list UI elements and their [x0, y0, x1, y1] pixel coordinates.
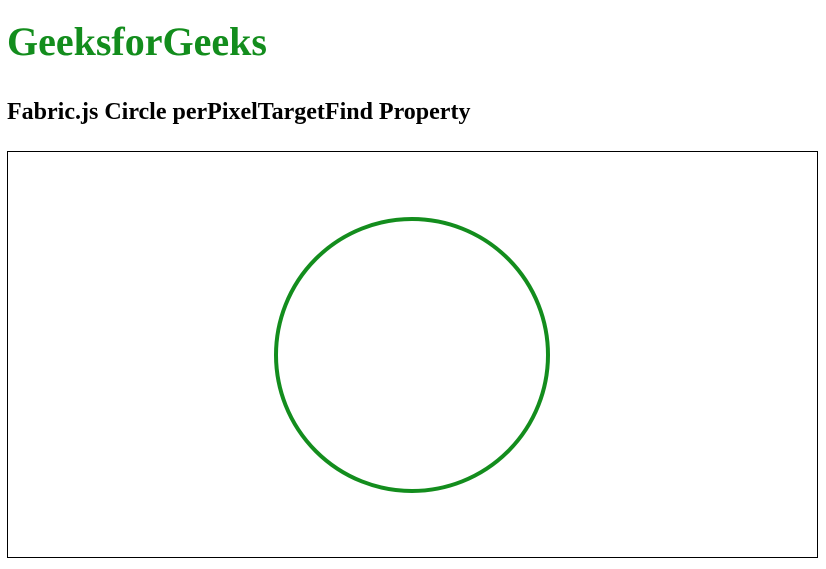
green-circle[interactable] — [274, 217, 550, 493]
page-subtitle: Fabric.js Circle perPixelTargetFind Prop… — [7, 99, 471, 125]
canvas-drawing — [274, 217, 550, 493]
fabric-canvas[interactable] — [7, 151, 818, 558]
page-title: GeeksforGeeks — [7, 19, 267, 64]
